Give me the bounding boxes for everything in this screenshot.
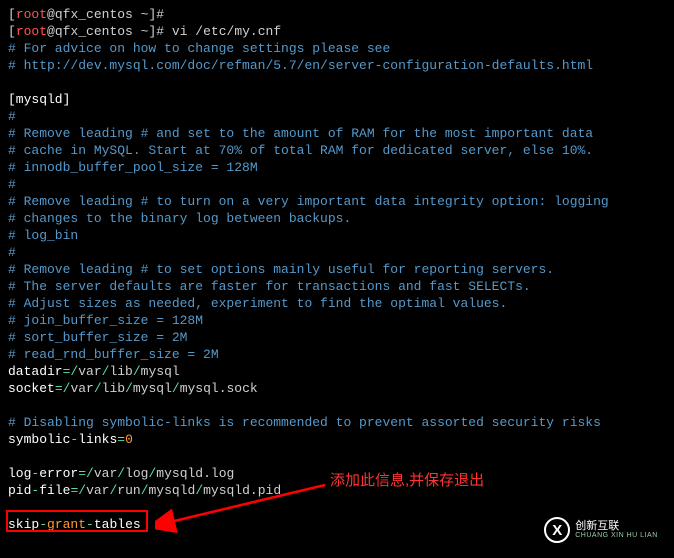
prompt-line-1: [root@qfx_centos ~]# — [8, 6, 666, 23]
terminal-output: [root@qfx_centos ~]# [root@qfx_centos ~]… — [8, 6, 666, 533]
file-line — [8, 74, 666, 91]
file-line: # — [8, 176, 666, 193]
file-line: # innodb_buffer_pool_size = 128M — [8, 159, 666, 176]
file-line: # changes to the binary log between back… — [8, 210, 666, 227]
file-line: # cache in MySQL. Start at 70% of total … — [8, 142, 666, 159]
file-line: # Adjust sizes as needed, experiment to … — [8, 295, 666, 312]
file-line — [8, 448, 666, 465]
file-line — [8, 397, 666, 414]
file-line: # The server defaults are faster for tra… — [8, 278, 666, 295]
file-line-datadir: datadir=/var/lib/mysql — [8, 363, 666, 380]
file-line: # sort_buffer_size = 2M — [8, 329, 666, 346]
file-line-socket: socket=/var/lib/mysql/mysql.sock — [8, 380, 666, 397]
prompt-line-2: [root@qfx_centos ~]# vi /etc/my.cnf — [8, 23, 666, 40]
file-line: # Remove leading # and set to the amount… — [8, 125, 666, 142]
file-line-symlinks: symbolic-links=0 — [8, 431, 666, 448]
file-line: # join_buffer_size = 128M — [8, 312, 666, 329]
file-line: [mysqld] — [8, 91, 666, 108]
file-line: # — [8, 244, 666, 261]
file-line: # http://dev.mysql.com/doc/refman/5.7/en… — [8, 57, 666, 74]
watermark-logo-icon: X — [544, 517, 570, 543]
file-line: # read_rnd_buffer_size = 2M — [8, 346, 666, 363]
file-line: # Remove leading # to set options mainly… — [8, 261, 666, 278]
watermark: X 创新互联 CHUANG XIN HU LIAN — [528, 502, 674, 558]
file-line: # Disabling symbolic-links is recommende… — [8, 414, 666, 431]
file-line: # For advice on how to change settings p… — [8, 40, 666, 57]
file-line: # log_bin — [8, 227, 666, 244]
watermark-text: 创新互联 CHUANG XIN HU LIAN — [575, 520, 658, 541]
file-line: # Remove leading # to turn on a very imp… — [8, 193, 666, 210]
annotation-text: 添加此信息,并保存退出 — [330, 469, 484, 490]
file-line: # — [8, 108, 666, 125]
command-text: vi /etc/my.cnf — [172, 24, 281, 39]
